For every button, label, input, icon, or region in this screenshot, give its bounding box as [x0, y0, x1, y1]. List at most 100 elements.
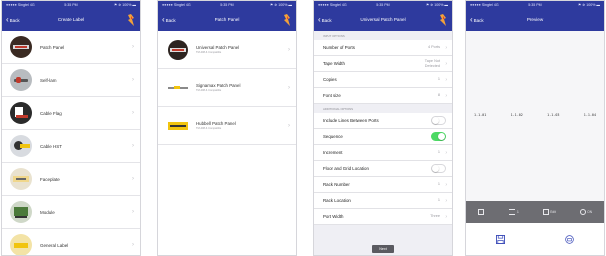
nav-bar: ‹ Back Preview [466, 9, 604, 31]
toggle-knob [432, 117, 439, 124]
preview-label: 1-1-01 [474, 113, 487, 117]
next-button[interactable]: Next [372, 245, 394, 253]
list-item-patch-panel[interactable]: Patch Panel › [2, 31, 140, 64]
faceplate-thumb-icon [10, 168, 32, 190]
item-subtitle: TM-408 & Compatible [196, 127, 222, 130]
chevron-right-icon: › [445, 213, 447, 220]
list-item-label: Patch Panel [40, 44, 65, 50]
chevron-right-icon: › [445, 92, 447, 99]
settings-icon [579, 209, 586, 215]
status-battery: ⚑ ✲ 100% ▬ [113, 3, 136, 7]
screen-create-label: ●●●●● Singtel 4G 5:35 PM ⚑ ✲ 100% ▬ ‹ Bac… [1, 0, 141, 256]
nav-bar: ‹ Back Patch Panel [158, 9, 296, 31]
brand-logo-icon [440, 14, 446, 26]
sequence-toggle[interactable] [431, 132, 446, 141]
chevron-right-icon: › [132, 77, 134, 83]
chevron-right-icon: › [445, 197, 447, 204]
brand-logo-icon [284, 14, 290, 26]
preview-label: 1-1-02 [510, 113, 523, 117]
row-label: Floor and Grid Location [323, 166, 369, 171]
row-value: 1 [437, 182, 440, 187]
list-item-self-lam[interactable]: Self-lam › [2, 64, 140, 97]
include-lines-row: Include Lines Between Ports [314, 113, 452, 129]
tool-label: 1 [516, 210, 519, 214]
row-value: 1 [437, 150, 440, 155]
settings-tool-button[interactable]: ON [579, 209, 592, 215]
chevron-right-icon: › [288, 46, 290, 53]
save-icon[interactable] [496, 234, 505, 244]
lines-tool-button[interactable]: 1 [509, 209, 519, 215]
chevron-right-icon: › [132, 209, 134, 215]
copy-tool-button[interactable] [477, 209, 486, 215]
list-item-cable-flag[interactable]: Cable Flag › [2, 97, 140, 130]
tape-width-row[interactable]: Tape Width Tape Not Detected › [314, 56, 452, 72]
row-label: Font size [323, 93, 341, 98]
chevron-right-icon: › [132, 44, 134, 50]
status-battery: ⚑ ✲ 100% ▬ [425, 3, 448, 7]
chevron-right-icon: › [445, 44, 447, 51]
patch-panel-list: Universal Patch Panel TM-408 & Compatible… [158, 31, 296, 145]
settings-form: INPUT OPTIONS Number of Ports 4 Ports › … [314, 31, 452, 255]
font-size-row[interactable]: Font size 8 › [314, 88, 452, 104]
rack-number-row[interactable]: Rack Number 1 › [314, 177, 452, 193]
page-title: Patch Panel [214, 17, 240, 22]
patch-panel-thumb-icon [10, 36, 32, 58]
port-width-row[interactable]: Port Width Three › [314, 209, 452, 225]
list-item-signamax-patch-panel[interactable]: Signamax Patch Panel TM-408 & Compatible … [158, 69, 296, 107]
list-item-cable-hst[interactable]: Cable HST › [2, 130, 140, 163]
self-lam-thumb-icon [10, 69, 32, 91]
bottom-action-bar [466, 223, 604, 255]
screen-preview: ●●●●● Singtel 4G 5:35 PM ⚑ ✲ 100% ▬ ‹ Bac… [465, 0, 605, 256]
chevron-right-icon: › [445, 181, 447, 188]
number-of-ports-row[interactable]: Number of Ports 4 Ports › [314, 40, 452, 56]
item-title: Signamax Patch Panel [196, 83, 241, 88]
include-lines-toggle[interactable] [431, 116, 446, 125]
rack-location-row[interactable]: Rack Location 1 › [314, 193, 452, 209]
list-item-hubbell-patch-panel[interactable]: Hubbell Patch Panel TM-408 & Compatible › [158, 107, 296, 145]
list-item-label: Module [40, 209, 55, 215]
list-item-module[interactable]: Module › [2, 196, 140, 229]
row-label: Port Width [323, 214, 344, 219]
copies-row[interactable]: Copies 1 › [314, 72, 452, 88]
screen-universal-patch-panel: ●●●●● Singtel 4G 5:35 PM ⚑ ✲ 100% ▬ ‹ Bac… [313, 0, 453, 256]
list-item-label: Cable HST [40, 143, 63, 149]
list-item-faceplate[interactable]: Faceplate › [2, 163, 140, 196]
label-type-list: Patch Panel › Self-lam › Cable Flag › Ca… [2, 31, 140, 255]
signamax-panel-thumb-icon [168, 78, 188, 98]
row-label: Sequence [323, 134, 343, 139]
row-label: Number of Ports [323, 45, 355, 50]
status-bar: ●●●●● Singtel 4G 5:35 PM ⚑ ✲ 100% ▬ [466, 1, 604, 9]
status-bar: ●●●●● Singtel 4G 5:35 PM ⚑ ✲ 100% ▬ [2, 1, 140, 9]
list-item-universal-patch-panel[interactable]: Universal Patch Panel TM-408 & Compatible… [158, 31, 296, 69]
image-edit-tool-button[interactable]: Edit [542, 209, 556, 215]
screen-patch-panel: ●●●●● Singtel 4G 5:35 PM ⚑ ✲ 100% ▬ ‹ Bac… [157, 0, 297, 256]
hubbell-panel-thumb-icon [168, 116, 188, 136]
row-value: Three [430, 214, 440, 219]
chevron-right-icon: › [445, 60, 447, 67]
preview-label: 1-1-04 [583, 113, 596, 117]
increment-row[interactable]: Increment 1 › [314, 145, 452, 161]
list-item-general-label[interactable]: General Label › [2, 229, 140, 255]
floor-grid-row: Floor and Grid Location [314, 161, 452, 177]
tool-label: ON [587, 210, 592, 214]
page-title: Universal Patch Panel [360, 17, 406, 22]
item-subtitle: TM-408 & Compatible [196, 89, 222, 92]
chevron-right-icon: › [288, 84, 290, 91]
row-label: Include Lines Between Ports [323, 118, 379, 123]
preview-labels: 1-1-01 1-1-02 1-1-03 1-1-04 [474, 113, 596, 117]
floor-grid-toggle[interactable] [431, 164, 446, 173]
row-value: 1 [437, 77, 440, 82]
label-preview-area: 1-1-01 1-1-02 1-1-03 1-1-04 [466, 31, 604, 201]
item-subtitle: TM-408 & Compatible [196, 51, 222, 54]
nav-bar: ‹ Back Universal Patch Panel [314, 9, 452, 31]
section-header-additional-options: ADDITIONAL OPTIONS [323, 107, 354, 111]
list-item-label: Faceplate [40, 176, 60, 182]
preview-label: 1-1-03 [547, 113, 560, 117]
print-icon[interactable] [565, 234, 574, 244]
chevron-right-icon: › [445, 149, 447, 156]
chevron-right-icon: › [445, 76, 447, 83]
cable-hst-thumb-icon [10, 135, 32, 157]
tool-label: Edit [550, 210, 556, 214]
brand-logo-icon [128, 14, 134, 26]
row-label: Tape Width [323, 61, 345, 66]
